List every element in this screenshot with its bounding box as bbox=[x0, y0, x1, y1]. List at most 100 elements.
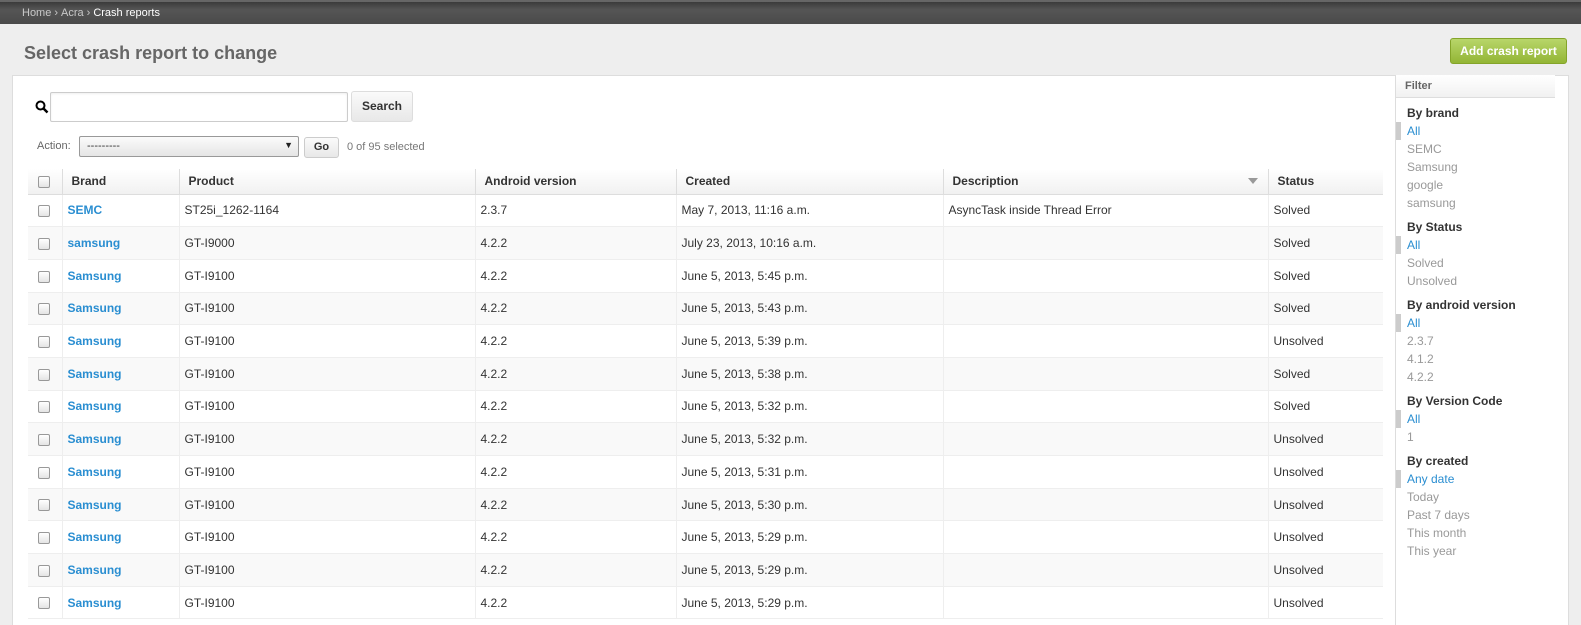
filter-group-title: By created bbox=[1407, 454, 1469, 468]
row-checkbox[interactable] bbox=[38, 564, 50, 577]
selection-counter: 0 of 95 selected bbox=[347, 141, 425, 153]
brand-link[interactable]: samsung bbox=[68, 236, 121, 250]
table-row: Samsung GT-I9100 4.2.2 June 5, 2013, 5:32 p… bbox=[28, 422, 1383, 456]
column-header-android-version[interactable]: Android version bbox=[474, 169, 676, 195]
description-cell bbox=[942, 292, 1268, 326]
description-cell bbox=[942, 226, 1268, 260]
filter-groups: By brand All SEMC Samsung google samsung By St… bbox=[1396, 104, 1555, 560]
brand-link[interactable]: Samsung bbox=[68, 596, 122, 610]
description-cell bbox=[942, 390, 1268, 424]
column-header-status[interactable]: Status bbox=[1267, 169, 1383, 195]
product-cell: GT-I9100 bbox=[178, 488, 475, 522]
created-cell: June 5, 2013, 5:30 p.m. bbox=[675, 488, 943, 522]
filter-item[interactable]: Solved bbox=[1396, 254, 1555, 272]
filter-item[interactable]: All bbox=[1396, 314, 1555, 332]
column-header-product[interactable]: Product bbox=[178, 169, 475, 195]
brand-link[interactable]: Samsung bbox=[68, 399, 122, 413]
row-checkbox[interactable] bbox=[38, 433, 50, 446]
row-select-cell bbox=[28, 324, 62, 358]
changelist-panel: Search Action: --------- ▼ Go 0 of 95 se… bbox=[12, 75, 1569, 625]
row-checkbox[interactable] bbox=[38, 270, 50, 283]
filter-item[interactable]: Unsolved bbox=[1396, 272, 1555, 290]
filter-title: Filter bbox=[1396, 75, 1555, 98]
row-select-cell bbox=[28, 586, 62, 620]
row-checkbox[interactable] bbox=[38, 401, 50, 414]
row-checkbox[interactable] bbox=[38, 303, 50, 316]
table-row: Samsung GT-I9100 4.2.2 June 5, 2013, 5:29 p… bbox=[28, 553, 1383, 587]
row-checkbox[interactable] bbox=[38, 532, 50, 545]
brand-link[interactable]: Samsung bbox=[68, 334, 122, 348]
brand-cell: Samsung bbox=[61, 488, 179, 522]
description-cell bbox=[942, 586, 1268, 620]
filter-item[interactable]: 1 bbox=[1396, 428, 1555, 446]
brand-link[interactable]: Samsung bbox=[68, 465, 122, 479]
filter-item[interactable]: SEMC bbox=[1396, 140, 1555, 158]
filter-item[interactable]: All bbox=[1396, 122, 1555, 140]
description-cell bbox=[942, 553, 1268, 587]
table-header-row: Brand Product Android version Created De… bbox=[28, 169, 1383, 195]
go-button[interactable]: Go bbox=[304, 137, 339, 158]
breadcrumb-separator: › bbox=[54, 7, 59, 19]
row-checkbox[interactable] bbox=[38, 237, 50, 250]
column-header-brand[interactable]: Brand bbox=[61, 169, 179, 195]
created-cell: June 5, 2013, 5:31 p.m. bbox=[675, 455, 943, 489]
row-select-cell bbox=[28, 422, 62, 456]
row-checkbox[interactable] bbox=[38, 499, 50, 512]
chevron-down-icon: ▼ bbox=[284, 140, 293, 150]
filter-item[interactable]: google bbox=[1396, 176, 1555, 194]
brand-link[interactable]: Samsung bbox=[68, 530, 122, 544]
row-checkbox[interactable] bbox=[38, 335, 50, 348]
select-all-checkbox[interactable] bbox=[38, 176, 50, 189]
filter-item[interactable]: This year bbox=[1396, 542, 1555, 560]
filter-item[interactable]: All bbox=[1396, 236, 1555, 254]
row-checkbox[interactable] bbox=[38, 205, 50, 218]
filter-sidebar: Filter By brand All SEMC Samsung google samsu… bbox=[1395, 75, 1555, 625]
android-version-cell: 4.2.2 bbox=[474, 390, 676, 424]
row-checkbox[interactable] bbox=[38, 466, 50, 479]
breadcrumb-acra[interactable]: Acra bbox=[61, 7, 84, 19]
row-checkbox[interactable] bbox=[38, 368, 50, 381]
filter-item[interactable]: Any date bbox=[1396, 470, 1555, 488]
table-row: Samsung GT-I9100 4.2.2 June 5, 2013, 5:43 p… bbox=[28, 292, 1383, 326]
brand-link[interactable]: Samsung bbox=[68, 269, 122, 283]
sort-descending-icon[interactable] bbox=[1247, 178, 1258, 184]
filter-item[interactable]: Today bbox=[1396, 488, 1555, 506]
filter-item[interactable]: 2.3.7 bbox=[1396, 332, 1555, 350]
created-cell: June 5, 2013, 5:39 p.m. bbox=[675, 324, 943, 358]
table-row: Samsung GT-I9100 4.2.2 June 5, 2013, 5:30 p… bbox=[28, 488, 1383, 522]
brand-link[interactable]: Samsung bbox=[68, 367, 122, 381]
filter-item[interactable]: This month bbox=[1396, 524, 1555, 542]
brand-link[interactable]: Samsung bbox=[68, 563, 122, 577]
column-header-description[interactable]: Description bbox=[942, 169, 1268, 195]
android-version-cell: 4.2.2 bbox=[474, 357, 676, 391]
created-cell: June 5, 2013, 5:32 p.m. bbox=[675, 422, 943, 456]
filter-item[interactable]: Past 7 days bbox=[1396, 506, 1555, 524]
status-cell: Unsolved bbox=[1267, 455, 1383, 489]
row-checkbox[interactable] bbox=[38, 597, 50, 610]
search-input[interactable] bbox=[50, 92, 348, 122]
search-button[interactable]: Search bbox=[351, 91, 413, 122]
add-crash-report-button[interactable]: Add crash report bbox=[1450, 38, 1567, 64]
filter-item[interactable]: 4.2.2 bbox=[1396, 368, 1555, 386]
product-cell: GT-I9100 bbox=[178, 586, 475, 620]
filter-item[interactable]: All bbox=[1396, 410, 1555, 428]
created-cell: June 5, 2013, 5:38 p.m. bbox=[675, 357, 943, 391]
filter-item[interactable]: Samsung bbox=[1396, 158, 1555, 176]
brand-link[interactable]: Samsung bbox=[68, 301, 122, 315]
filter-item[interactable]: samsung bbox=[1396, 194, 1555, 212]
brand-cell: Samsung bbox=[61, 390, 179, 424]
status-cell: Solved bbox=[1267, 259, 1383, 293]
brand-link[interactable]: Samsung bbox=[68, 432, 122, 446]
brand-cell: Samsung bbox=[61, 553, 179, 587]
brand-link[interactable]: Samsung bbox=[68, 498, 122, 512]
column-header-created[interactable]: Created bbox=[675, 169, 943, 195]
created-cell: July 23, 2013, 10:16 a.m. bbox=[675, 226, 943, 260]
action-select[interactable]: --------- ▼ bbox=[79, 136, 299, 157]
brand-link[interactable]: SEMC bbox=[68, 203, 103, 217]
product-cell: GT-I9100 bbox=[178, 422, 475, 456]
brand-cell: Samsung bbox=[61, 422, 179, 456]
android-version-cell: 4.2.2 bbox=[474, 324, 676, 358]
filter-item[interactable]: 4.1.2 bbox=[1396, 350, 1555, 368]
breadcrumb-home[interactable]: Home bbox=[22, 7, 51, 19]
row-select-cell bbox=[28, 553, 62, 587]
